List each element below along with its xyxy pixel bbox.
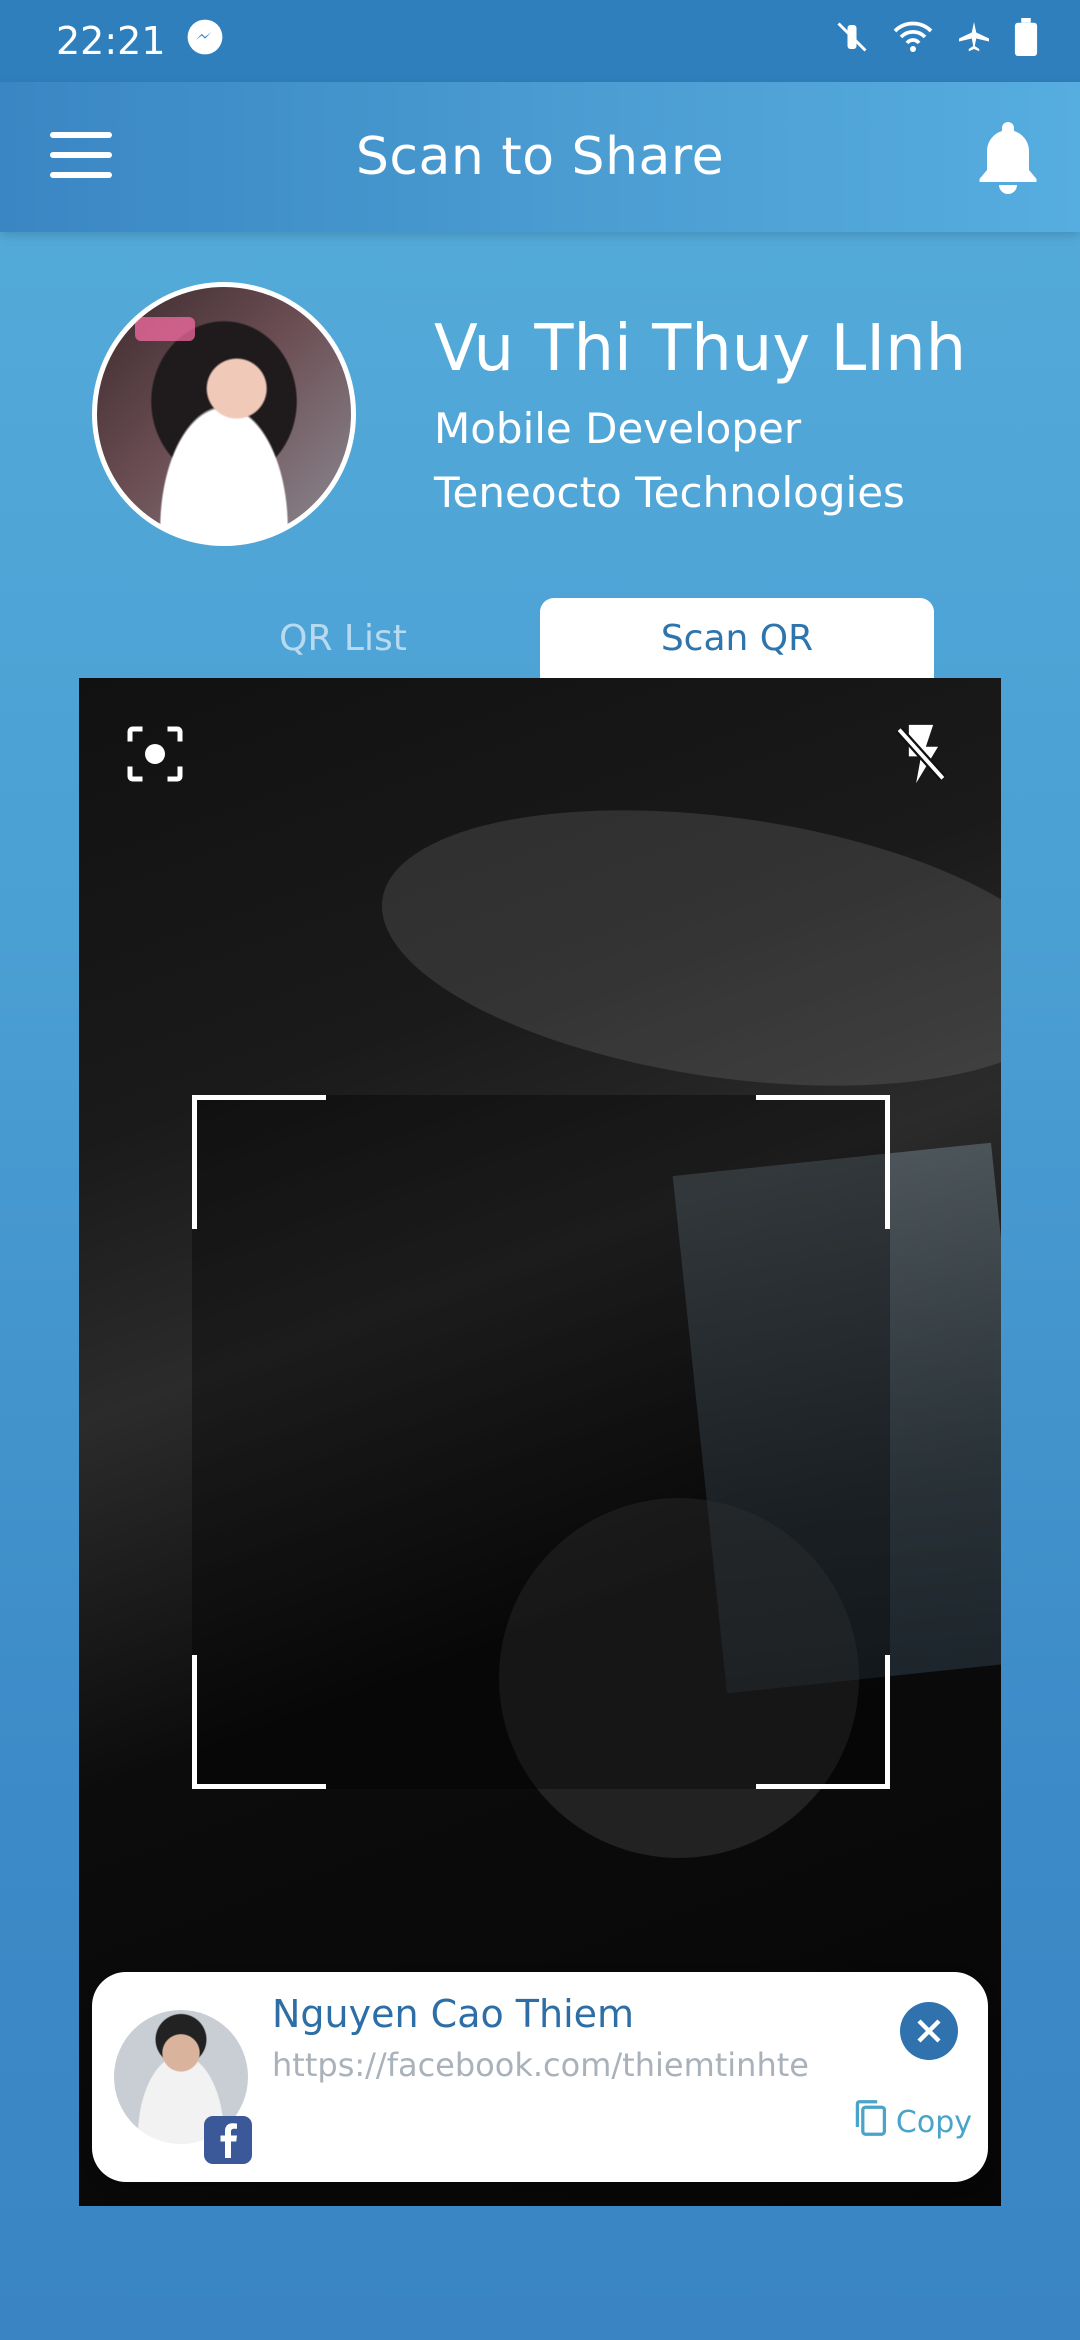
copy-label: Copy [895, 2104, 972, 2140]
flash-off-icon[interactable] [891, 720, 951, 788]
avatar[interactable] [92, 282, 356, 546]
result-url[interactable]: https://facebook.com/thiemtinhte [272, 2046, 809, 2084]
facebook-icon [204, 2116, 252, 2164]
status-right [834, 17, 1038, 65]
mute-icon [834, 19, 870, 64]
scan-corner [756, 1095, 890, 1229]
status-time: 22:21 [56, 19, 166, 63]
copy-icon [852, 2098, 888, 2146]
airplane-icon [956, 19, 992, 64]
status-bar: 22:21 [0, 0, 1080, 82]
scan-corner [192, 1095, 326, 1229]
scan-corner [756, 1655, 890, 1789]
app-header: Scan to Share [0, 82, 1080, 232]
camera-background [364, 770, 1001, 1126]
result-name[interactable]: Nguyen Cao Thiem [272, 1992, 634, 2036]
menu-icon[interactable] [50, 132, 112, 182]
profile-name: Vu Thi Thuy LInh [434, 312, 967, 386]
wifi-icon [892, 19, 934, 64]
tab-qr-list[interactable]: QR List [146, 598, 540, 678]
close-icon[interactable] [900, 2002, 958, 2060]
scan-corner [192, 1655, 326, 1789]
profile-company: Teneocto Technologies [434, 468, 905, 517]
profile-role: Mobile Developer [434, 404, 802, 453]
scan-frame [192, 1095, 890, 1789]
focus-icon[interactable] [125, 724, 185, 784]
bell-icon[interactable] [972, 118, 1044, 198]
messenger-icon [186, 18, 224, 65]
tab-scan-qr[interactable]: Scan QR [540, 598, 934, 678]
status-left: 22:21 [56, 18, 224, 65]
scan-result-card[interactable]: Nguyen Cao Thiem https://facebook.com/th… [92, 1972, 988, 2182]
battery-icon [1014, 17, 1038, 65]
page-title: Scan to Share [355, 127, 725, 187]
copy-button[interactable]: Copy [852, 2098, 972, 2146]
